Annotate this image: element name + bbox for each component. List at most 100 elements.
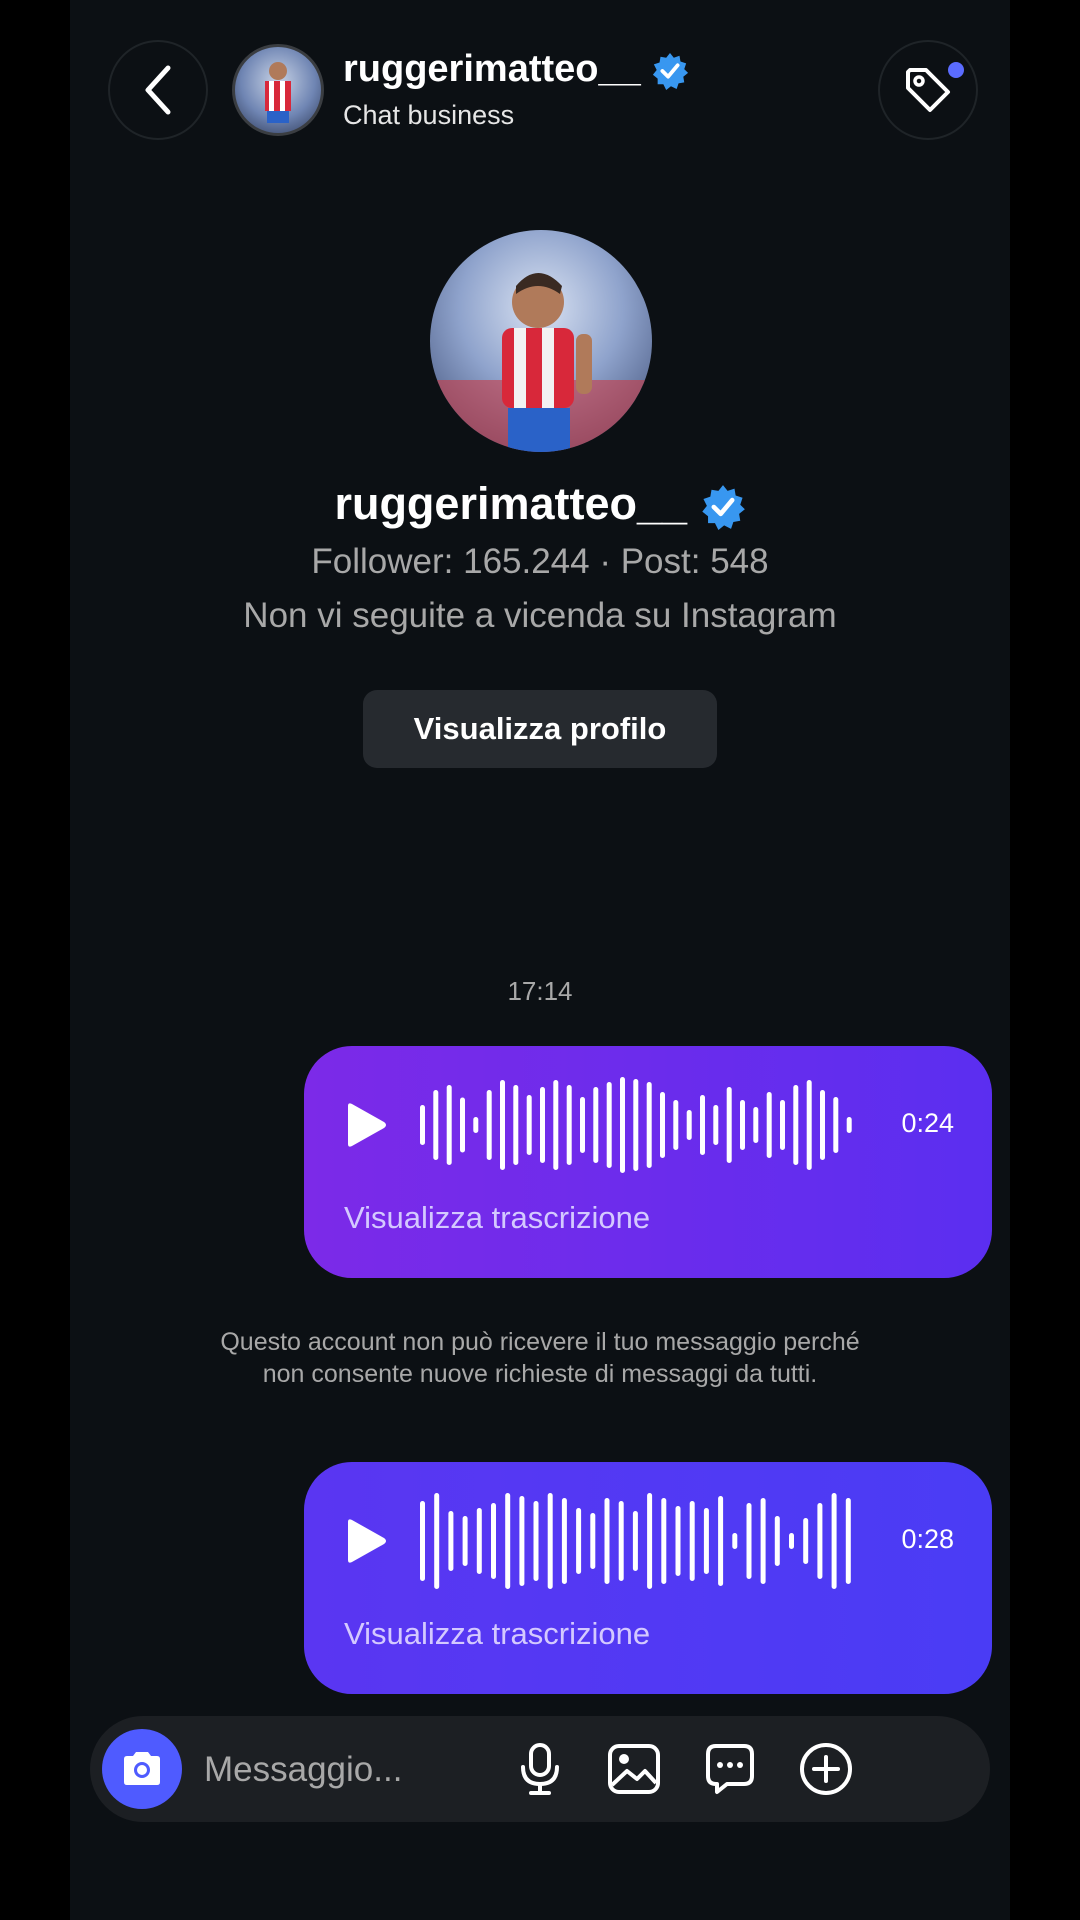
waveform-bar [486,1090,492,1160]
microphone-icon [521,1743,559,1795]
waveform-bar [620,1077,625,1173]
waveform-bar [526,1095,532,1155]
header-avatar[interactable] [232,44,324,136]
waveform-bar [513,1085,519,1165]
voice-duration: 0:28 [901,1524,954,1554]
waveform-bar [686,1110,692,1140]
waveform-bar [473,1117,479,1133]
camera-button[interactable] [102,1729,182,1809]
chevron-left-icon [145,65,171,115]
waveform-icon [420,1493,851,1589]
waveform-bar [831,1493,837,1589]
waveform-bar [604,1498,610,1584]
waveform-bar [646,1082,652,1168]
waveform-bar [540,1087,545,1163]
waveform-bar [533,1501,539,1581]
waveform-bar [590,1513,596,1569]
waveform-bar [689,1501,695,1581]
waveform-bar [420,1501,425,1581]
profile-username: ruggerimatteo__ [70,478,1010,531]
waveform-bar [519,1496,525,1586]
waveform-bar [789,1533,794,1549]
camera-icon [124,1752,160,1785]
header-subtitle: Chat business [343,100,515,130]
waveform-bar [632,1511,638,1571]
gallery-button[interactable] [606,1741,662,1797]
header-username-text: ruggerimatteo__ [343,48,641,90]
message-input[interactable] [202,1744,506,1796]
waveform-bar [675,1506,681,1576]
add-button[interactable] [798,1741,854,1797]
waveform-bar [673,1100,679,1150]
view-transcript-link[interactable]: Visualizza trascrizione [344,1200,650,1236]
waveform-bar [553,1080,559,1170]
waveform-bar [580,1097,585,1153]
waveform-bar [803,1518,809,1564]
profile-username-text: ruggerimatteo__ [334,478,688,529]
waveform-bar [820,1090,825,1160]
message-timestamp: 17:14 [507,976,573,1006]
waveform-bar [760,1498,766,1584]
verified-badge-icon [701,485,745,531]
play-icon[interactable] [340,1516,390,1566]
waveform-bar [660,1092,665,1158]
plus-circle-icon [800,1743,852,1795]
header-username[interactable]: ruggerimatteo__ [343,48,689,91]
waveform-bar [462,1516,468,1566]
view-profile-button[interactable]: Visualizza profilo [363,690,717,768]
view-transcript-link[interactable]: Visualizza trascrizione [344,1616,650,1652]
waveform-bar [448,1511,454,1571]
waveform-bar [505,1493,511,1589]
profile-avatar[interactable] [430,230,652,452]
waveform-bar [846,1117,852,1133]
waveform-bar [476,1508,482,1574]
voice-message[interactable]: 0:24 Visualizza trascrizione [304,1046,992,1278]
waveform-bar [576,1508,582,1574]
waveform-bar [433,1090,439,1160]
waveform-bar [740,1100,745,1150]
waveform-bar [806,1080,812,1170]
play-icon[interactable] [340,1100,390,1150]
waveform-bar [703,1508,709,1574]
waveform-bar [766,1092,772,1158]
waveform-bar [491,1503,496,1579]
message-composer [90,1716,990,1822]
waveform-bar [633,1079,639,1171]
sticker-button[interactable] [702,1741,758,1797]
waveform-bar [606,1082,612,1168]
profile-stats: Follower: 165.244 · Post: 548 [311,542,769,581]
voice-message[interactable]: 0:28 Visualizza trascrizione [304,1462,992,1694]
follow-status: Non vi seguite a vicenda su Instagram [243,596,837,635]
waveform-bar [780,1100,785,1150]
waveform-bar [700,1095,705,1155]
microphone-button[interactable] [512,1741,568,1797]
player-photo [265,62,291,123]
waveform-bar [753,1107,759,1143]
waveform-icon [420,1077,852,1173]
notification-dot [948,62,964,78]
waveform-bar [500,1080,505,1170]
waveform-bar [774,1516,780,1566]
waveform-bar [446,1085,452,1165]
back-button[interactable] [108,40,208,140]
voice-duration: 0:24 [901,1108,954,1138]
waveform-bar [561,1498,567,1584]
waveform-bar [647,1493,653,1589]
tag-button[interactable] [878,40,978,140]
waveform-bar [460,1097,465,1153]
waveform-bar [833,1097,839,1153]
waveform-bar [732,1533,738,1549]
waveform-bar [793,1085,799,1165]
waveform-bar [746,1503,752,1579]
waveform-bar [661,1498,667,1584]
waveform-bar [420,1105,425,1145]
waveform-bar [817,1503,823,1579]
waveform-bar [593,1087,599,1163]
sticker-icon [706,1744,754,1794]
gallery-icon [608,1744,660,1794]
waveform-bar [547,1493,553,1589]
waveform-bar [713,1105,719,1145]
chat-screen: ruggerimatteo__ Chat business ruggerimat… [70,0,1010,1920]
waveform-bar [845,1498,851,1584]
waveform-bar [618,1501,624,1581]
